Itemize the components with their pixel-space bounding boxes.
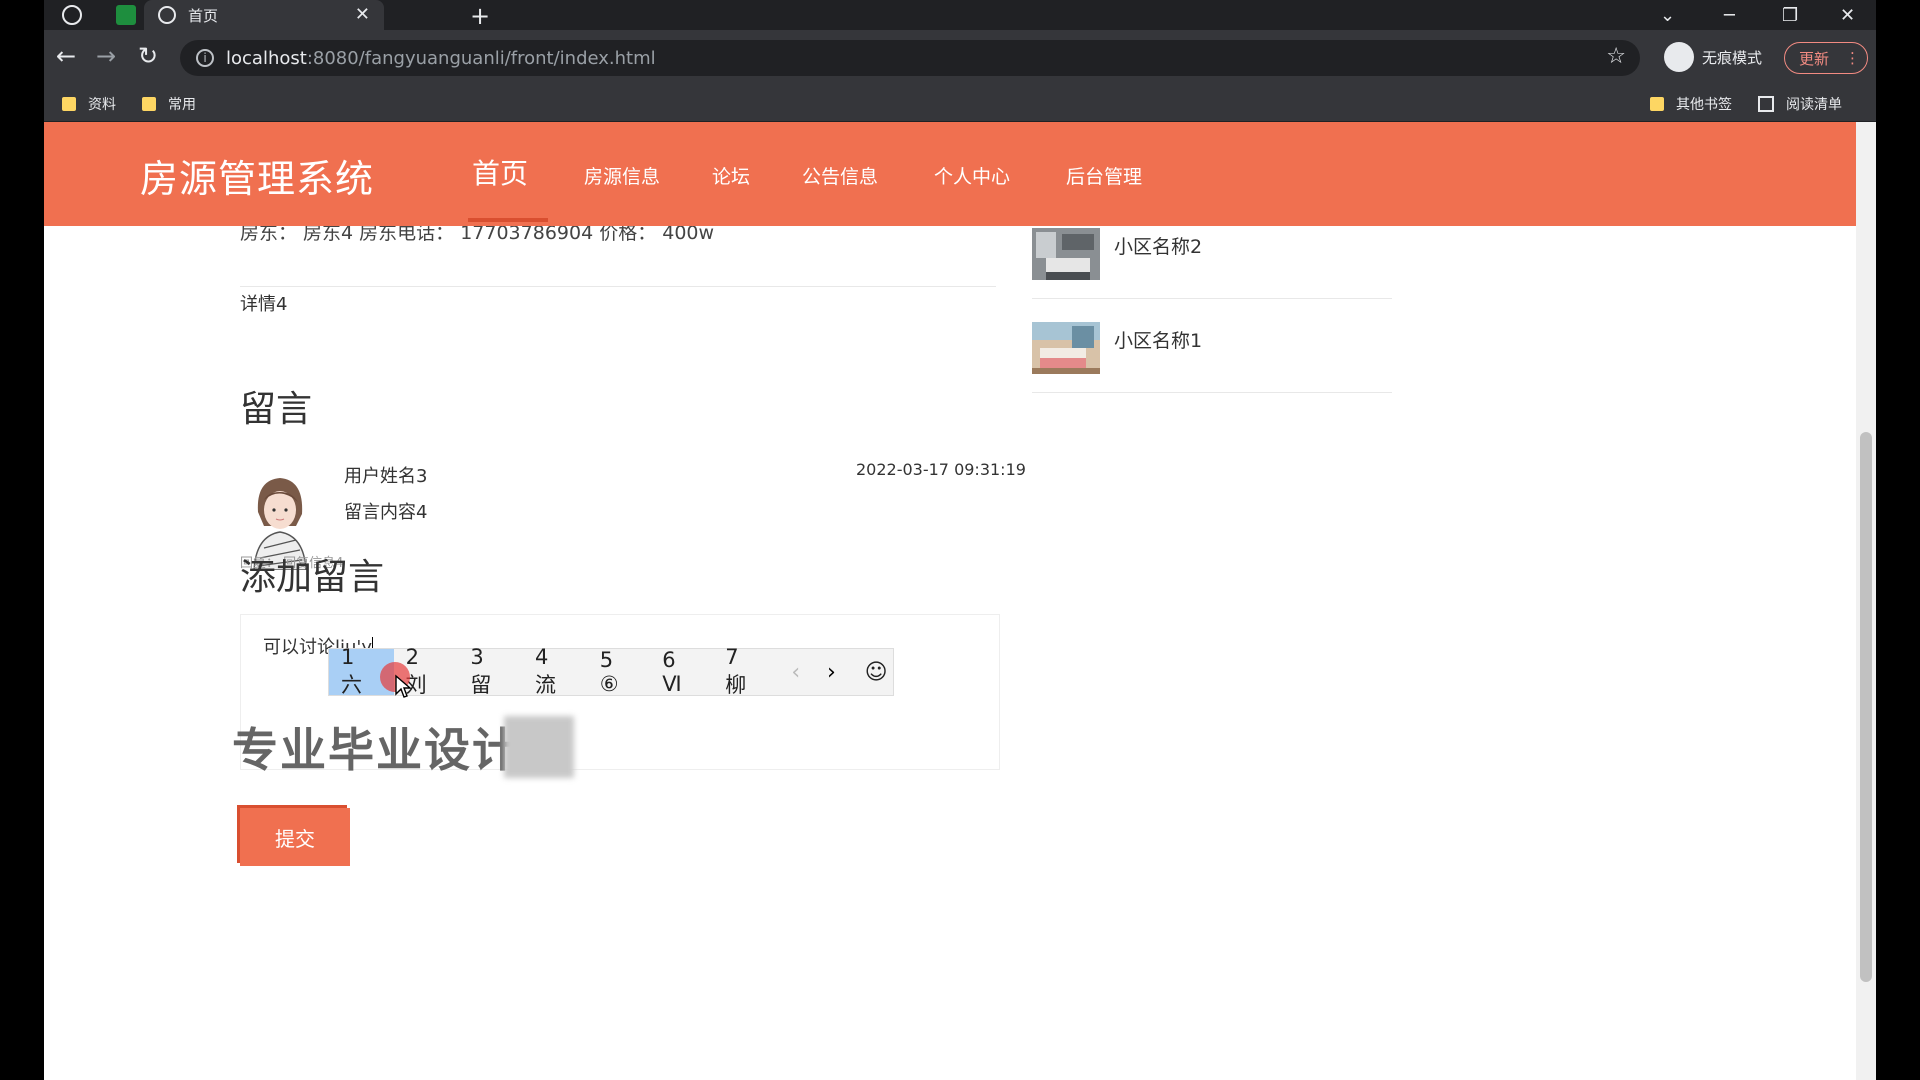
reading-list[interactable]: 阅读清单 [1758, 94, 1842, 114]
close-window-button[interactable]: ✕ [1840, 0, 1855, 30]
site-logo[interactable]: 房源管理系统 [140, 148, 374, 203]
ime-next-icon[interactable]: › [814, 660, 850, 685]
nav-admin[interactable]: 后台管理 [1066, 162, 1142, 189]
nav-home[interactable]: 首页 [472, 152, 528, 192]
sheet-icon[interactable] [116, 5, 136, 25]
new-tab-button[interactable]: + [470, 2, 490, 30]
divider [1032, 298, 1392, 299]
ime-candidate[interactable]: 3 留 [458, 645, 523, 697]
ime-candidate[interactable]: 5 ⑥ [588, 648, 651, 696]
mouse-pointer-icon [395, 674, 412, 698]
nav-personal-center[interactable]: 个人中心 [934, 162, 1010, 189]
page-viewport: 房东： 房东4 房东电话： 17703786904 价格： 400w 详情4 留… [44, 122, 1876, 1080]
incognito-icon [1664, 42, 1694, 72]
screen: 首页 ✕ + ⌄ ─ ❐ ✕ ← → ↻ i localhost:8080/fa… [0, 0, 1920, 1080]
folder-icon [142, 97, 156, 111]
comment-content: 留言内容4 [344, 502, 428, 523]
comment-username: 用户姓名3 [344, 466, 428, 487]
submit-button[interactable]: 提交 [240, 808, 350, 866]
incognito-indicator[interactable]: 无痕模式 [1664, 42, 1762, 72]
info-icon[interactable]: i [196, 49, 214, 67]
reading-list-label: 阅读清单 [1786, 97, 1842, 113]
ime-emoji-icon[interactable]: ☺ [859, 655, 893, 689]
tab-home[interactable]: 首页 ✕ [144, 0, 384, 30]
browser-window: 首页 ✕ + ⌄ ─ ❐ ✕ ← → ↻ i localhost:8080/fa… [44, 0, 1876, 1080]
sidebar-item[interactable]: 小区名称2 [1032, 228, 1392, 322]
bookmark-folder-ziliao[interactable]: 资料 [62, 94, 116, 114]
minimize-button[interactable]: ─ [1724, 0, 1735, 30]
update-label: 更新 [1799, 49, 1830, 68]
url-text: localhost:8080/fangyuanguanli/front/inde… [226, 48, 656, 69]
url-path: :8080/fangyuanguanli/front/index.html [306, 47, 656, 69]
incognito-label: 无痕模式 [1702, 48, 1763, 67]
globe-icon[interactable] [62, 5, 82, 25]
folder-icon [1650, 97, 1664, 111]
ime-candidate[interactable]: 4 流 [523, 645, 588, 697]
sidebar-item-title: 小区名称1 [1114, 330, 1203, 352]
reload-icon[interactable]: ↻ [132, 42, 164, 70]
sidebar-item-title: 小区名称2 [1114, 236, 1203, 258]
comments-heading: 留言 [240, 389, 313, 430]
divider [240, 286, 996, 287]
ime-candidate[interactable]: 7 柳 [713, 645, 778, 697]
other-bookmarks-label: 其他书签 [1676, 97, 1732, 113]
community-thumbnail [1032, 228, 1100, 280]
ime-prev-icon[interactable]: ‹ [778, 660, 814, 685]
other-bookmarks[interactable]: 其他书签 [1650, 94, 1732, 114]
url-host: localhost [226, 47, 307, 69]
nav-active-underline [468, 218, 548, 222]
community-thumbnail [1032, 322, 1100, 374]
address-bar[interactable]: i localhost:8080/fangyuanguanli/front/in… [180, 40, 1640, 76]
nav-announcements[interactable]: 公告信息 [802, 162, 878, 189]
reading-list-icon [1758, 96, 1774, 112]
site-header: 房源管理系统 首页 房源信息 论坛 公告信息 个人中心 后台管理 [44, 122, 1856, 226]
close-icon[interactable]: ✕ [355, 4, 370, 25]
divider [1032, 392, 1392, 393]
restore-button[interactable]: ❐ [1782, 0, 1798, 30]
bookmark-folder-changyong[interactable]: 常用 [142, 94, 196, 114]
bookmark-label: 资料 [88, 97, 116, 113]
bookmarks-bar: 资料 常用 其他书签 阅读清单 [44, 86, 1876, 122]
page-scrollbar[interactable] [1856, 122, 1876, 1080]
tab-strip: 首页 ✕ + ⌄ ─ ❐ ✕ [44, 0, 1876, 30]
forward-icon[interactable]: → [90, 42, 122, 70]
menu-dots-icon: ⋮ [1845, 49, 1861, 67]
blurred-overlay [504, 716, 574, 778]
ime-candidate-bar: 1 六 2 刘 3 留 4 流 5 ⑥ 6 Ⅵ 7 柳 ‹ › ☺ [328, 645, 894, 697]
tab-title: 首页 [188, 6, 219, 25]
bookmark-star-icon[interactable]: ☆ [1606, 44, 1626, 69]
update-button[interactable]: 更新 ⋮ [1784, 42, 1868, 74]
watermark: 专业毕业设计 [232, 723, 520, 777]
ime-candidate[interactable]: 6 Ⅵ [650, 648, 713, 696]
add-comment-heading: 添加留言 [240, 557, 385, 598]
back-icon[interactable]: ← [50, 42, 82, 70]
nav-listings[interactable]: 房源信息 [584, 162, 660, 189]
browser-toolbar: ← → ↻ i localhost:8080/fangyuanguanli/fr… [44, 30, 1876, 86]
bookmark-label: 常用 [168, 97, 196, 113]
nav-forum[interactable]: 论坛 [712, 162, 750, 189]
listing-detail: 详情4 [240, 294, 288, 315]
globe-icon [158, 6, 176, 24]
folder-icon [62, 97, 76, 111]
sidebar-item[interactable]: 小区名称1 [1032, 322, 1392, 416]
comment-time: 2022-03-17 09:31:19 [856, 460, 1026, 479]
tab-search-icon[interactable]: ⌄ [1660, 0, 1675, 30]
scrollbar-thumb[interactable] [1860, 432, 1872, 982]
